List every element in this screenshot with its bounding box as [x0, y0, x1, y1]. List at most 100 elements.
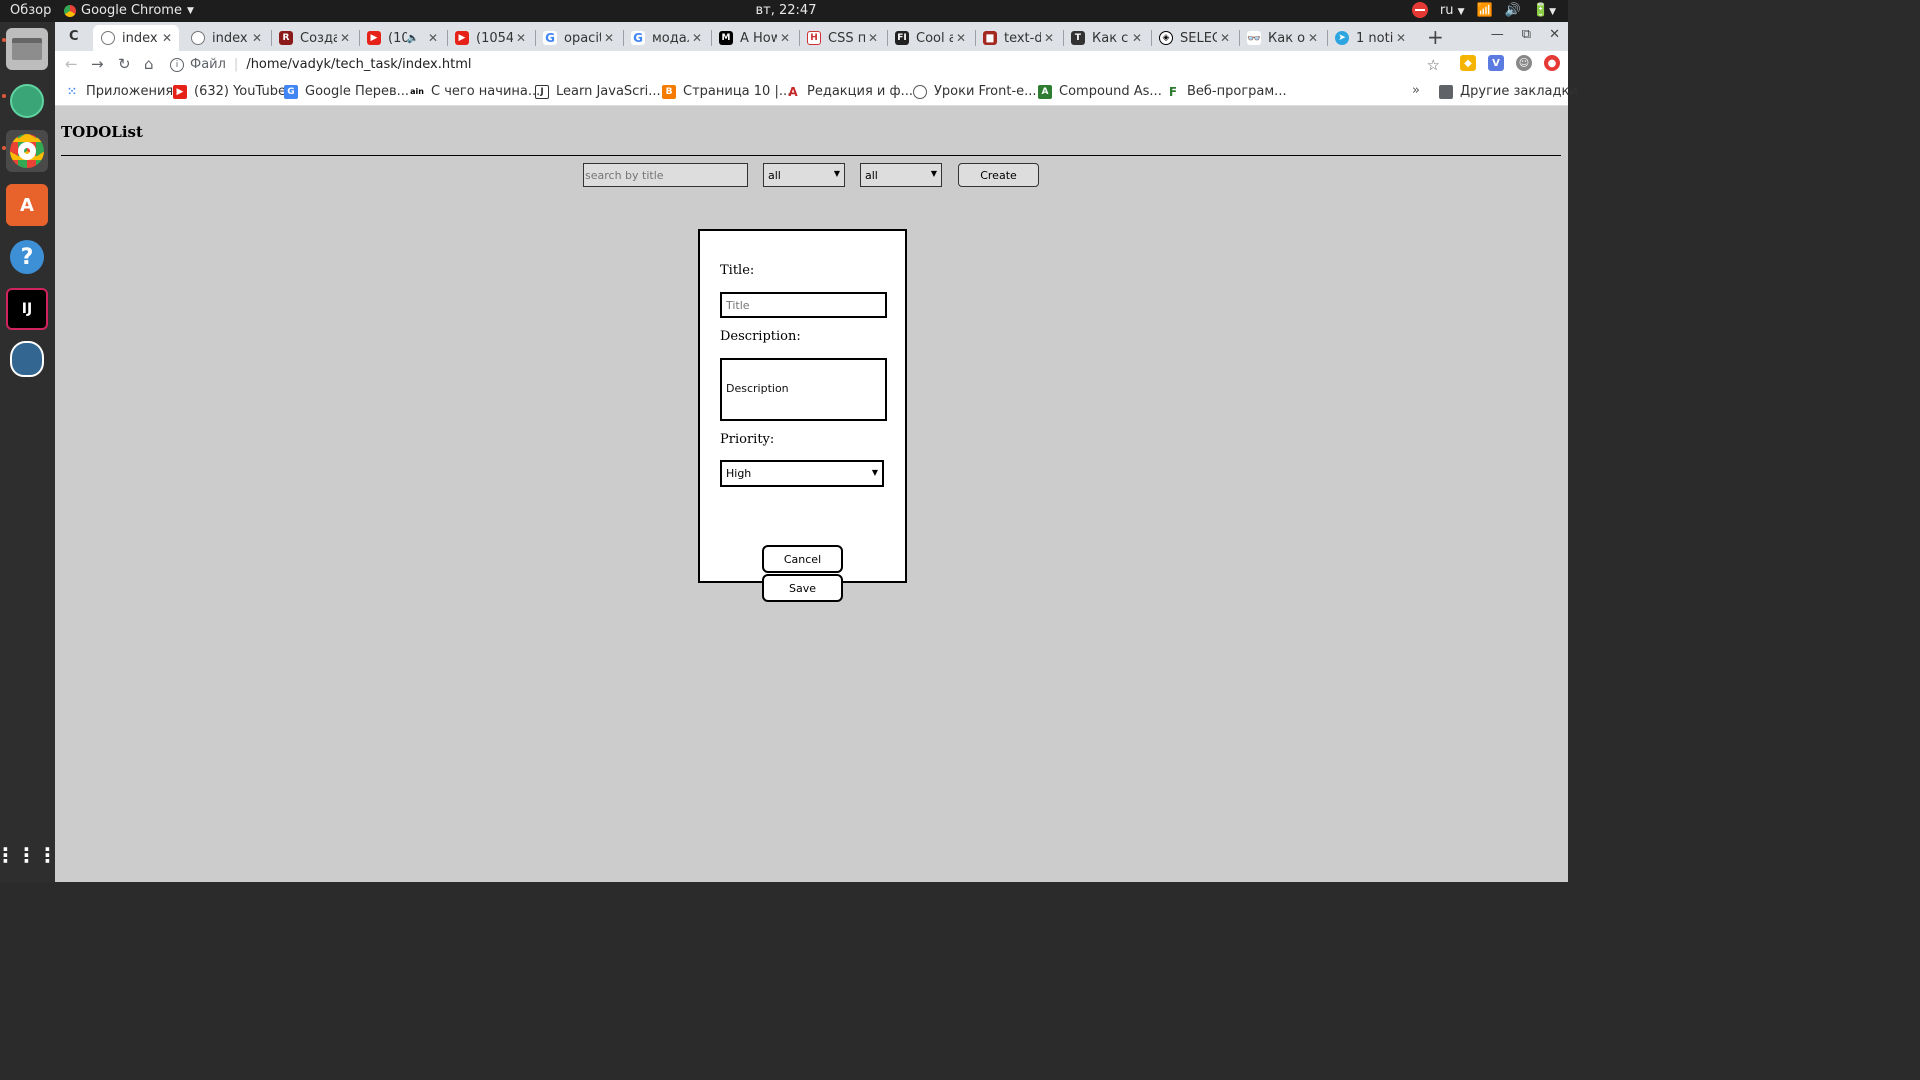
clock[interactable]: вт, 22:47	[756, 3, 817, 18]
shield-ext-icon[interactable]: ◆	[1460, 55, 1476, 71]
description-placeholder: Description	[726, 382, 789, 395]
tab-youtube[interactable]: ▶ (1054) ✕	[447, 25, 533, 51]
page-content: TODOList all ▼ all ▼ Create Title: Descr…	[55, 106, 1568, 882]
close-icon[interactable]: ✕	[249, 31, 265, 45]
close-icon[interactable]: ✕	[953, 31, 969, 45]
tab-google-modal[interactable]: G модал ✕	[623, 25, 709, 51]
do-not-disturb-icon[interactable]	[1411, 2, 1428, 18]
close-icon[interactable]: ✕	[777, 31, 793, 45]
intellij-icon[interactable]: IJ	[6, 288, 48, 330]
tab-youtube-audio[interactable]: ▶ (10 🔈 ✕	[359, 25, 445, 51]
tab-google-opacity[interactable]: G opacit ✕	[535, 25, 621, 51]
title-input[interactable]	[720, 292, 887, 318]
tab-index1[interactable]: index1. ✕	[183, 25, 269, 51]
bookmark-label: Редакция и ф...	[807, 84, 913, 99]
globe-icon	[101, 31, 115, 45]
bookmark-compound[interactable]: A Compound As...	[1038, 84, 1162, 99]
bookmark-learn-js[interactable]: J Learn JavaScri...	[535, 84, 661, 99]
speaker-icon[interactable]: 🔈	[407, 33, 419, 44]
priority-label: Priority:	[720, 432, 775, 447]
bookmark-label: Веб-програм...	[1187, 84, 1287, 99]
home-icon[interactable]: ⌂	[144, 55, 154, 73]
cancel-button[interactable]: Cancel	[762, 545, 843, 573]
tab-medium[interactable]: M A How ✕	[711, 25, 797, 51]
glasses-icon: 👓	[1247, 31, 1261, 45]
bookmark-redaktsiya[interactable]: A Редакция и ф...	[786, 84, 913, 99]
close-icon[interactable]: ✕	[513, 31, 529, 45]
google-icon: G	[543, 31, 557, 45]
reload-icon[interactable]: ↻	[118, 55, 131, 73]
software-center-icon[interactable]: A	[6, 184, 48, 226]
tab-text-decoration[interactable]: ▆ text-d ✕	[975, 25, 1061, 51]
tab-cool[interactable]: FI Cool a ✕	[887, 25, 973, 51]
minimize-icon[interactable]: —	[1491, 27, 1504, 42]
language-indicator[interactable]: ru ▼	[1440, 3, 1465, 18]
tab-css[interactable]: H CSS по ✕	[799, 25, 885, 51]
star-icon[interactable]: ☆	[1427, 56, 1440, 74]
address-bar[interactable]: i Файл | /home/vadyk/tech_task/index.htm…	[170, 53, 1440, 76]
profile-avatar[interactable]: ☺	[1516, 55, 1532, 71]
app-menu[interactable]: Google Chrome ▼	[64, 3, 194, 18]
search-input[interactable]	[583, 163, 748, 187]
create-button[interactable]: Create	[958, 163, 1039, 187]
help-icon[interactable]: ?	[6, 236, 48, 278]
flag-icon: F	[1168, 84, 1178, 99]
atom-icon[interactable]	[6, 80, 48, 122]
close-icon[interactable]: ✕	[159, 31, 175, 45]
tab-sozda[interactable]: R Созда ✕	[271, 25, 357, 51]
new-tab-button[interactable]: +	[1427, 25, 1444, 49]
opera-ext-icon[interactable]: ●	[1544, 55, 1560, 71]
volume-icon[interactable]: 🔊	[1505, 3, 1521, 18]
chrome-icon[interactable]	[6, 130, 48, 172]
close-icon[interactable]: ✕	[601, 31, 617, 45]
postgresql-icon[interactable]	[6, 338, 48, 380]
tab-kak-sd[interactable]: T Как сд ✕	[1063, 25, 1149, 51]
forward-icon[interactable]: →	[91, 55, 104, 73]
tab-kak-ot[interactable]: 👓 Как от ✕	[1239, 25, 1325, 51]
translate-icon: G	[284, 84, 298, 99]
battery-icon[interactable]: 🔋▼	[1533, 3, 1556, 18]
wifi-icon[interactable]: 📶	[1477, 3, 1493, 18]
description-textarea[interactable]: Description	[720, 358, 887, 421]
tab-title: SELEC	[1180, 30, 1217, 46]
close-icon[interactable]: ✕	[1217, 31, 1233, 45]
maximize-icon[interactable]: ⧉	[1522, 27, 1531, 42]
bookmark-youtube[interactable]: ▶ (632) YouTube	[173, 84, 286, 99]
v-ext-icon[interactable]: V	[1488, 55, 1504, 71]
bookmark-s-chego[interactable]: ain С чего начина...	[410, 84, 540, 99]
show-apps-icon[interactable]: ⋮⋮⋮	[0, 834, 58, 876]
more-bookmarks-icon[interactable]: »	[1412, 83, 1420, 98]
close-window-icon[interactable]: ✕	[1549, 27, 1560, 42]
close-icon[interactable]: ✕	[865, 31, 881, 45]
info-icon[interactable]: i	[170, 57, 184, 72]
back-icon[interactable]: ←	[65, 55, 78, 73]
bookmark-stranitsa[interactable]: B Страница 10 |...	[662, 84, 791, 99]
close-icon[interactable]: ✕	[1041, 31, 1057, 45]
bookmark-label: Google Перев...	[305, 84, 410, 99]
folder-icon	[1439, 84, 1453, 99]
tab-telegram[interactable]: ➤ 1 notif ✕	[1327, 25, 1413, 51]
close-icon[interactable]: ✕	[425, 31, 441, 45]
priority-select[interactable]: High ▼	[720, 460, 884, 487]
close-icon[interactable]: ✕	[1393, 31, 1409, 45]
priority-filter-select[interactable]: all ▼	[860, 163, 942, 187]
tab-title: 1 notif	[1356, 30, 1393, 46]
close-icon[interactable]: ✕	[689, 31, 705, 45]
save-button[interactable]: Save	[762, 574, 843, 602]
files-icon[interactable]	[6, 28, 48, 70]
activities-button[interactable]: Обзор	[10, 3, 51, 18]
bookmark-apps[interactable]: ⁙ Приложения	[65, 84, 173, 99]
chevron-down-icon: ▼	[1549, 6, 1556, 17]
other-bookmarks[interactable]: Другие закладки	[1439, 84, 1578, 99]
globe-icon	[913, 84, 927, 99]
tab-title: text-d	[1004, 30, 1041, 46]
close-icon[interactable]: ✕	[1129, 31, 1145, 45]
tab-index[interactable]: index.h ✕	[93, 25, 179, 51]
close-icon[interactable]: ✕	[337, 31, 353, 45]
tab-select[interactable]: ◈ SELEC ✕	[1151, 25, 1237, 51]
status-filter-select[interactable]: all ▼	[763, 163, 845, 187]
bookmark-google-translate[interactable]: G Google Перев...	[284, 84, 409, 99]
bookmark-web-programming[interactable]: F Веб-програм...	[1166, 84, 1287, 99]
bookmark-uroki-frontend[interactable]: Уроки Front-e...	[913, 84, 1037, 99]
close-icon[interactable]: ✕	[1305, 31, 1321, 45]
